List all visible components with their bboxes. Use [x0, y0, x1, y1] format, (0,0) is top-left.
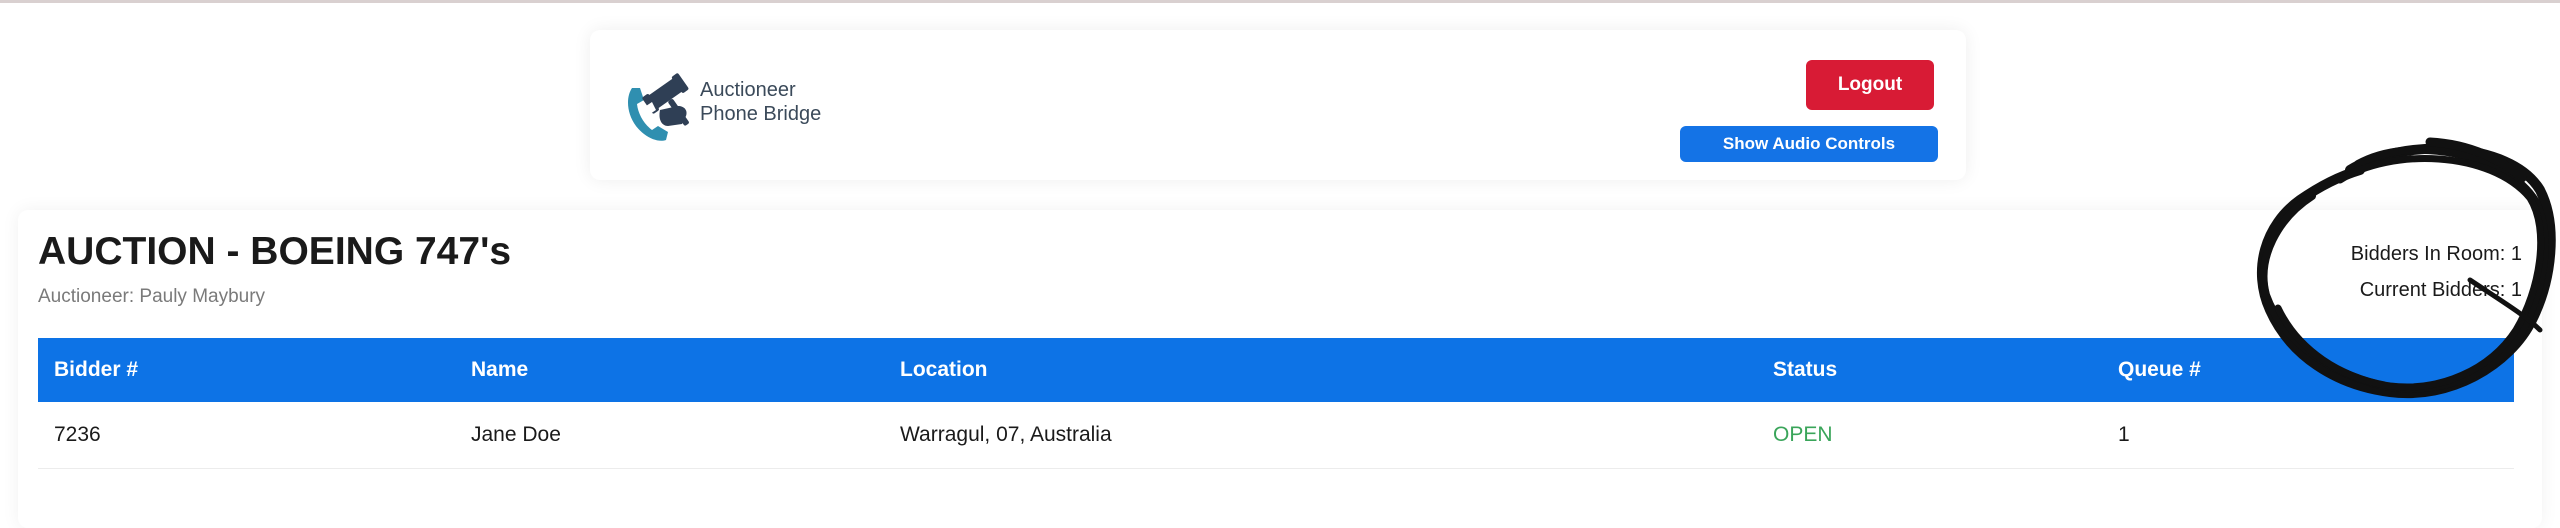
bidder-stats: Bidders In Room: 1 Current Bidders: 1: [2351, 236, 2522, 308]
table-header-row: Bidder # Name Location Status Queue #: [38, 338, 2514, 402]
app-logo: Auctioneer Phone Bridge: [622, 66, 862, 146]
bidder-location-cell: Warragul, 07, Australia: [884, 402, 1757, 469]
column-header-location: Location: [900, 358, 988, 381]
phone-gavel-icon: [628, 73, 689, 141]
auction-title: AUCTION - BOEING 747's: [38, 230, 512, 273]
header-card: Auctioneer Phone Bridge Logout Show Audi…: [590, 30, 1966, 180]
logo-text: Auctioneer Phone Bridge: [700, 78, 821, 126]
bidder-queue-cell: 1: [2102, 402, 2514, 469]
column-header-bidder: Bidder #: [54, 358, 139, 381]
bidder-status-cell: OPEN: [1757, 402, 2102, 469]
auction-panel: AUCTION - BOEING 747's Auctioneer: Pauly…: [18, 210, 2542, 528]
bidders-in-room: Bidders In Room: 1: [2350, 243, 2522, 265]
table-row[interactable]: 7236 Jane Doe Warragul, 07, Australia OP…: [38, 402, 2514, 469]
logo-line-1: Auctioneer: [700, 79, 796, 101]
top-border: [0, 0, 2560, 3]
column-header-status: Status: [1773, 358, 1838, 381]
auctioneer-name: Auctioneer: Pauly Maybury: [38, 286, 266, 307]
show-audio-controls-button[interactable]: Show Audio Controls: [1680, 126, 1938, 162]
bidders-table: Bidder # Name Location Status Queue # 72…: [38, 338, 2514, 469]
column-header-queue: Queue #: [2118, 358, 2201, 381]
logout-button[interactable]: Logout: [1806, 60, 1934, 110]
current-bidders: Current Bidders: 1: [2359, 279, 2522, 301]
logo-line-2: Phone Bridge: [700, 103, 822, 125]
bidder-name-cell: Jane Doe: [455, 402, 884, 469]
column-header-name: Name: [471, 358, 529, 381]
bidder-number-cell: 7236: [38, 402, 455, 469]
